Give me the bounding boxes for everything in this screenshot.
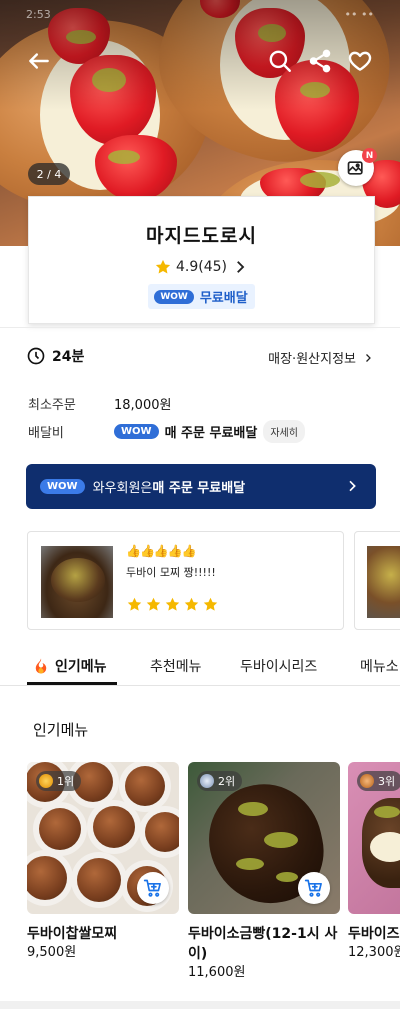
menu-item-price: 9,500원 bbox=[27, 945, 77, 960]
menu-item-price: 12,300원 bbox=[348, 945, 400, 960]
tab-label: 메뉴소 bbox=[360, 659, 399, 675]
menu-item-price: 11,600원 bbox=[188, 965, 246, 980]
cart-icon bbox=[143, 879, 161, 897]
status-time: 2:53 bbox=[26, 8, 51, 21]
delivery-time-value: 24분 bbox=[52, 349, 85, 365]
hero-top-shade bbox=[0, 0, 400, 110]
review-stars bbox=[126, 596, 219, 613]
bottom-divider bbox=[0, 1001, 400, 1009]
delivery-fee-label: 배달비 bbox=[28, 426, 64, 441]
star-icon bbox=[155, 259, 171, 274]
gold-medal-icon bbox=[39, 774, 53, 788]
detail-button[interactable]: 자세히 bbox=[263, 420, 305, 443]
menu-category-tabs: 인기메뉴 추천메뉴 두바이시리즈 메뉴소 bbox=[0, 640, 400, 686]
add-to-cart-button[interactable] bbox=[137, 872, 169, 904]
review-emoji: 👍👍👍👍👍 bbox=[126, 544, 197, 558]
menu-item-image: 2위 bbox=[188, 762, 340, 914]
rank-badge: 2위 bbox=[197, 771, 243, 791]
banner-text-bold: 매 주문 무료배달 bbox=[152, 481, 246, 496]
menu-item-name: 두바이즈 bbox=[348, 926, 400, 942]
delivery-fee-row: 배달비 WOW 매 주문 무료배달 자세히 bbox=[28, 420, 305, 443]
search-button[interactable] bbox=[265, 46, 295, 76]
delivery-time: 24분 bbox=[26, 346, 84, 366]
back-button[interactable] bbox=[24, 46, 54, 76]
store-info-link[interactable]: 매장·원산지정보 bbox=[268, 348, 374, 367]
rank-badge: 3위 bbox=[357, 771, 400, 791]
share-button[interactable] bbox=[305, 46, 335, 76]
delivery-fee-value: 매 주문 무료배달 bbox=[164, 426, 258, 441]
review-card[interactable] bbox=[354, 531, 400, 630]
menu-item-image: 1위 bbox=[27, 762, 179, 914]
active-tab-indicator bbox=[27, 682, 117, 685]
add-to-cart-button[interactable] bbox=[298, 872, 330, 904]
photo-gallery-button[interactable]: N bbox=[338, 148, 377, 186]
hero-pistachio bbox=[108, 150, 140, 164]
favorite-button[interactable] bbox=[345, 46, 375, 76]
min-order-value: 18,000원 bbox=[114, 398, 172, 413]
rank-label: 1위 bbox=[57, 775, 75, 788]
review-photo bbox=[367, 546, 400, 618]
tab-label: 추천메뉴 bbox=[150, 659, 202, 675]
tab-recommended[interactable]: 추천메뉴 bbox=[150, 648, 202, 684]
menu-item[interactable]: 2위 두바이소금빵(12-1시 사이) 11,600원 bbox=[188, 762, 340, 982]
wow-pill: WOW bbox=[154, 289, 194, 304]
clock-icon bbox=[27, 347, 45, 365]
wow-pill: WOW bbox=[40, 479, 85, 494]
banner-text: 와우회원은 bbox=[92, 481, 153, 496]
menu-item-name: 두바이찹쌀모찌 bbox=[27, 926, 118, 942]
review-card[interactable]: 👍👍👍👍👍 두바이 모찌 짱!!!!! bbox=[27, 531, 344, 630]
bronze-medal-icon bbox=[360, 774, 374, 788]
star-icon bbox=[165, 597, 180, 611]
new-badge: N bbox=[362, 148, 377, 163]
star-icon bbox=[184, 597, 199, 611]
store-name: 마지드도로시 bbox=[146, 225, 257, 247]
chevron-right-icon bbox=[237, 261, 245, 273]
star-icon bbox=[127, 597, 142, 611]
wow-free-delivery-badge: WOW 무료배달 bbox=[148, 284, 255, 309]
heart-icon bbox=[348, 51, 372, 71]
chevron-right-icon bbox=[349, 480, 356, 492]
tab-popular[interactable]: 인기메뉴 bbox=[32, 648, 107, 684]
hero-pistachio bbox=[300, 172, 340, 188]
tab-menu-more[interactable]: 메뉴소 bbox=[360, 648, 399, 684]
rating-link[interactable]: 4.9(45) bbox=[29, 258, 374, 276]
menu-item-name: 두바이소금빵(12-1시 사이) bbox=[188, 926, 338, 962]
silver-medal-icon bbox=[200, 774, 214, 788]
star-icon bbox=[146, 597, 161, 611]
status-indicators: •• •• bbox=[344, 8, 374, 21]
tab-dubai-series[interactable]: 두바이시리즈 bbox=[240, 648, 317, 684]
tab-label: 두바이시리즈 bbox=[240, 659, 318, 675]
menu-item[interactable]: 3위 두바이즈 12,300원 bbox=[348, 762, 400, 962]
tab-label: 인기메뉴 bbox=[55, 659, 107, 675]
free-delivery-text: 무료배달 bbox=[199, 291, 248, 306]
store-info-label: 매장·원산지정보 bbox=[268, 352, 356, 367]
review-photo bbox=[41, 546, 113, 618]
min-order-label: 최소주문 bbox=[28, 398, 76, 413]
search-icon bbox=[269, 50, 291, 72]
menu-item[interactable]: 1위 두바이찹쌀모찌 9,500원 bbox=[27, 762, 179, 962]
image-icon bbox=[347, 161, 363, 175]
divider bbox=[0, 327, 400, 328]
rank-label: 2위 bbox=[218, 775, 236, 788]
min-order-row: 최소주문 18,000원 bbox=[28, 394, 171, 413]
menu-item-image: 3위 bbox=[348, 762, 400, 914]
image-counter: 2 / 4 bbox=[28, 163, 70, 185]
arrow-left-icon bbox=[29, 53, 49, 69]
wow-membership-banner[interactable]: WOW 와우회원은 매 주문 무료배달 bbox=[26, 464, 376, 509]
rating-value: 4.9(45) bbox=[175, 259, 227, 275]
wow-pill: WOW bbox=[114, 424, 159, 439]
rank-badge: 1위 bbox=[36, 771, 82, 791]
review-text: 두바이 모찌 짱!!!!! bbox=[126, 566, 216, 579]
store-summary-card: 마지드도로시 4.9(45) WOW 무료배달 bbox=[28, 196, 375, 324]
fire-icon bbox=[35, 658, 47, 674]
section-title: 인기메뉴 bbox=[33, 721, 89, 739]
cart-icon bbox=[304, 879, 322, 897]
share-icon bbox=[309, 49, 331, 73]
rank-label: 3위 bbox=[378, 775, 396, 788]
chevron-right-icon bbox=[366, 353, 371, 362]
star-icon bbox=[203, 597, 218, 611]
